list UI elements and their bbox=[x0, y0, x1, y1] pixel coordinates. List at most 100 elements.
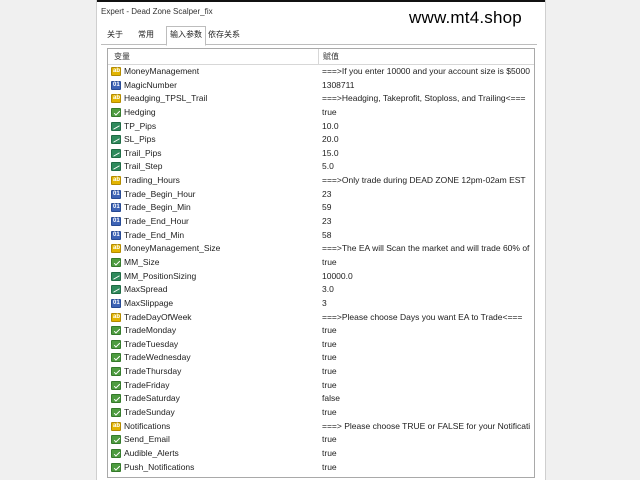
table-row[interactable]: TradeWednesday true bbox=[108, 351, 534, 365]
table-row[interactable]: TradeFriday true bbox=[108, 379, 534, 393]
tab-about[interactable]: 关于 bbox=[107, 29, 123, 43]
variable-value[interactable]: 59 bbox=[322, 201, 530, 215]
table-row[interactable]: TradeSaturday false bbox=[108, 392, 534, 406]
table-row[interactable]: Headging_TPSL_Trail ===>Headging, Takepro… bbox=[108, 92, 534, 106]
table-row[interactable]: MaxSlippage 3 bbox=[108, 297, 534, 311]
table-row[interactable]: Trade_End_Hour 23 bbox=[108, 215, 534, 229]
variable-name: MoneyManagement bbox=[124, 66, 200, 76]
variable-value[interactable]: true bbox=[322, 406, 530, 420]
variable-value[interactable]: 5.0 bbox=[322, 160, 530, 174]
variable-value[interactable]: false bbox=[322, 392, 530, 406]
variable-value[interactable]: true bbox=[322, 338, 530, 352]
table-row[interactable]: Trade_End_Min 58 bbox=[108, 229, 534, 243]
variable-value[interactable]: ===>Headging, Takeprofit, Stoploss, and … bbox=[322, 92, 530, 106]
variable-value[interactable]: true bbox=[322, 106, 530, 120]
variable-value[interactable]: ===> Please choose TRUE or FALSE for you… bbox=[322, 420, 530, 434]
variable-name: Trade_End_Min bbox=[124, 229, 185, 240]
variable-value[interactable]: true bbox=[322, 365, 530, 379]
variable-value[interactable]: 10.0 bbox=[322, 120, 530, 134]
variable-name: MoneyManagement_Size bbox=[124, 243, 221, 254]
variable-name: MM_Size bbox=[124, 256, 160, 267]
variable-value[interactable]: ===>The EA will Scan the market and will… bbox=[322, 242, 530, 256]
variable-value[interactable]: 1308711 bbox=[322, 79, 530, 93]
table-row[interactable]: Trail_Pips 15.0 bbox=[108, 147, 534, 161]
variable-name: MaxSpread bbox=[124, 284, 168, 295]
variable-name: TradeMonday bbox=[124, 325, 177, 336]
tab-inputs[interactable]: 输入参数 bbox=[166, 26, 206, 46]
variable-name: TradeThursday bbox=[124, 366, 182, 377]
string-type-icon bbox=[111, 65, 121, 79]
table-row[interactable]: MoneyManagement_Size ===>The EA will Scan… bbox=[108, 242, 534, 256]
table-row[interactable]: TradeThursday true bbox=[108, 365, 534, 379]
table-row[interactable]: TradeSunday true bbox=[108, 406, 534, 420]
table-row[interactable]: MM_PositionSizing 10000.0 bbox=[108, 270, 534, 284]
string-type-icon bbox=[111, 420, 121, 433]
variable-value[interactable]: true bbox=[322, 433, 530, 447]
table-row[interactable]: Trade_Begin_Hour 23 bbox=[108, 188, 534, 202]
variable-value[interactable]: true bbox=[322, 379, 530, 393]
table-row[interactable]: MagicNumber 1308711 bbox=[108, 79, 534, 93]
variable-value[interactable]: ===>If you enter 10000 and your account … bbox=[322, 65, 530, 79]
table-row[interactable]: Push_Notifications true bbox=[108, 461, 534, 475]
variable-value[interactable]: 15.0 bbox=[322, 147, 530, 161]
variable-name: SL_Pips bbox=[124, 134, 156, 145]
tab-common[interactable]: 常用 bbox=[138, 29, 154, 43]
table-row[interactable]: TradeMonday true bbox=[108, 324, 534, 338]
table-row[interactable]: Hedging true bbox=[108, 106, 534, 120]
table-row[interactable]: TP_Pips 10.0 bbox=[108, 120, 534, 134]
table-row[interactable]: Trading_Hours ===>Only trade during DEAD … bbox=[108, 174, 534, 188]
table-row[interactable]: Trade_Begin_Min 59 bbox=[108, 201, 534, 215]
variable-value[interactable]: true bbox=[322, 256, 530, 270]
boolean-type-icon bbox=[111, 448, 121, 458]
variable-name: TradeSunday bbox=[124, 407, 175, 418]
boolean-type-icon bbox=[111, 435, 121, 445]
double-type-icon bbox=[111, 162, 121, 172]
header-value[interactable]: 赋值 bbox=[323, 51, 339, 62]
boolean-type-icon bbox=[111, 339, 121, 349]
table-row[interactable]: MaxSpread 3.0 bbox=[108, 283, 534, 297]
table-row[interactable]: Send_Email true bbox=[108, 433, 534, 447]
table-row[interactable]: MM_Size true bbox=[108, 256, 534, 270]
variable-value[interactable]: 20.0 bbox=[322, 133, 530, 147]
variable-value[interactable]: true bbox=[322, 461, 530, 475]
variable-value[interactable]: true bbox=[322, 324, 530, 338]
table-row[interactable]: MoneyManagement ===>If you enter 10000 an… bbox=[108, 65, 534, 79]
integer-type-icon bbox=[111, 297, 121, 311]
integer-type-icon bbox=[111, 188, 121, 201]
header-divider[interactable] bbox=[318, 49, 319, 64]
variable-name: TradeSaturday bbox=[124, 393, 180, 404]
variable-name: MagicNumber bbox=[124, 79, 177, 90]
variable-value[interactable]: true bbox=[322, 447, 530, 461]
table-row[interactable]: TradeTuesday true bbox=[108, 338, 534, 352]
variable-name: Headging_TPSL_Trail bbox=[124, 93, 208, 104]
variable-name: MaxSlippage bbox=[124, 297, 174, 308]
boolean-type-icon bbox=[111, 408, 121, 418]
variable-value[interactable]: 3.0 bbox=[322, 283, 530, 297]
boolean-type-icon bbox=[111, 257, 121, 267]
integer-type-icon bbox=[111, 201, 121, 215]
variable-value[interactable]: ===>Only trade during DEAD ZONE 12pm-02a… bbox=[322, 174, 530, 188]
variable-name: Audible_Alerts bbox=[124, 447, 179, 458]
variable-value[interactable]: 23 bbox=[322, 215, 530, 229]
boolean-type-icon bbox=[111, 367, 121, 377]
table-row[interactable]: Notifications ===> Please choose TRUE or … bbox=[108, 420, 534, 434]
table-row[interactable]: TradeDayOfWeek ===>Please choose Days you… bbox=[108, 311, 534, 325]
table-row[interactable]: Trail_Step 5.0 bbox=[108, 160, 534, 174]
boolean-type-icon bbox=[111, 107, 121, 117]
variable-value[interactable]: true bbox=[322, 351, 530, 365]
header-variable[interactable]: 变量 bbox=[114, 51, 130, 62]
variable-name: Trading_Hours bbox=[124, 175, 180, 186]
variable-value[interactable]: 23 bbox=[322, 188, 530, 202]
integer-type-icon bbox=[111, 79, 121, 92]
variable-value[interactable]: ===>Please choose Days you want EA to Tr… bbox=[322, 311, 530, 325]
variable-value[interactable]: 3 bbox=[322, 297, 530, 311]
variable-name: Trail_Step bbox=[124, 161, 163, 172]
table-row[interactable]: Audible_Alerts true bbox=[108, 447, 534, 461]
variable-name: Trade_End_Hour bbox=[124, 216, 189, 227]
tab-strip: 关于 常用 输入参数 依存关系 bbox=[101, 26, 537, 46]
integer-type-icon bbox=[111, 215, 121, 229]
tab-dependencies[interactable]: 依存关系 bbox=[208, 29, 240, 43]
table-row[interactable]: SL_Pips 20.0 bbox=[108, 133, 534, 147]
variable-value[interactable]: 58 bbox=[322, 229, 530, 243]
variable-value[interactable]: 10000.0 bbox=[322, 270, 530, 284]
